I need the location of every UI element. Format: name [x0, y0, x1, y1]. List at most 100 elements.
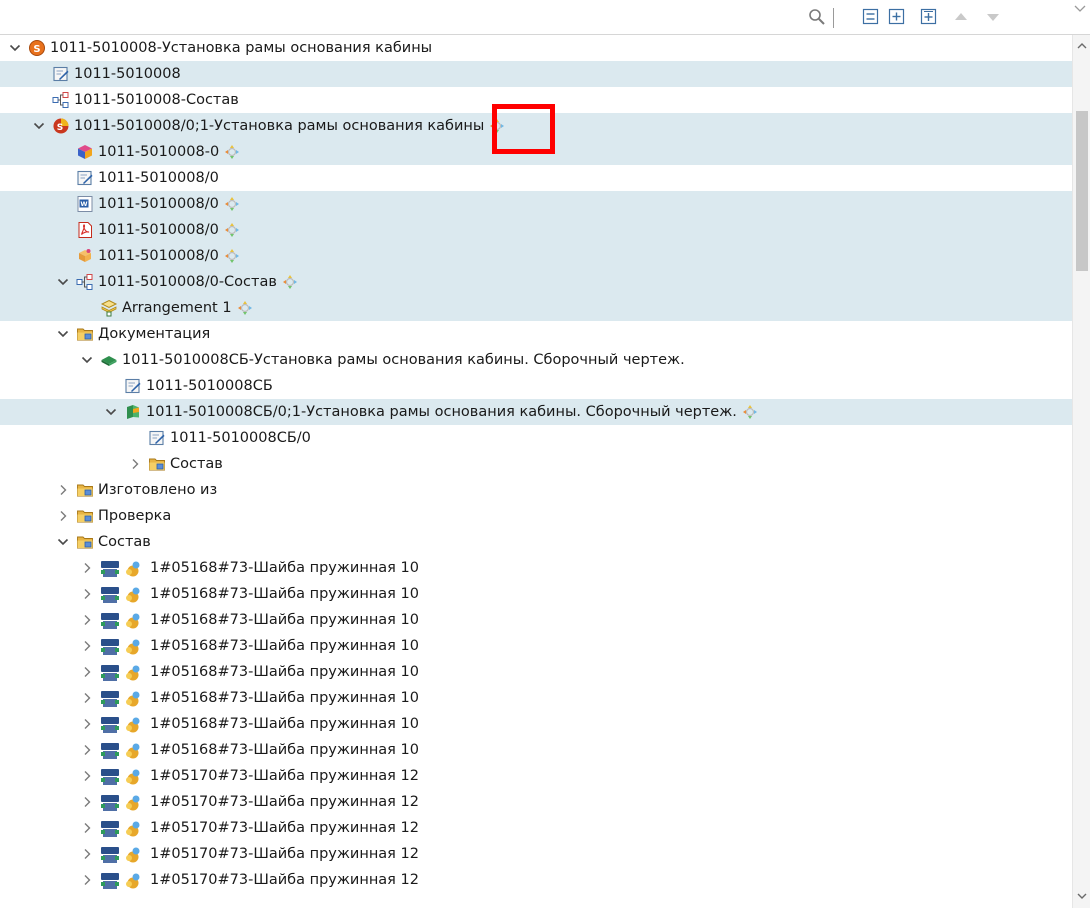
svg-text:W: W: [80, 200, 87, 208]
tree-row[interactable]: S 1011-5010008-Установка рамы основания к…: [0, 35, 1072, 61]
bom-line-icon: [100, 663, 146, 681]
tree-row[interactable]: W 1011-5010008/0: [0, 191, 1072, 217]
tree-item-label: 1011-5010008/0: [98, 196, 219, 212]
tree-item-label: Документация: [98, 326, 211, 342]
tree-row[interactable]: Состав: [0, 529, 1072, 555]
collapse-arrow-icon[interactable]: [80, 587, 94, 601]
collapse-arrow-icon[interactable]: [80, 795, 94, 809]
bom-line-icon: [100, 741, 146, 759]
bom-line-icon: [100, 767, 146, 785]
release-status-icon: [741, 403, 759, 421]
expand-arrow-icon[interactable]: [104, 405, 118, 419]
tree-row[interactable]: Состав: [0, 451, 1072, 477]
view-menu-icon[interactable]: [1072, 4, 1088, 22]
collapse-arrow-icon[interactable]: [80, 613, 94, 627]
tree-item-label: 1#05168#73-Шайба пружинная 10: [150, 742, 419, 758]
expand-arrow-icon[interactable]: [8, 41, 22, 55]
tree-item-label: 1#05168#73-Шайба пружинная 10: [150, 716, 419, 732]
tree-row[interactable]: 1#05170#73-Шайба пружинная 12: [0, 867, 1072, 893]
move-down-icon[interactable]: [984, 8, 1002, 26]
tree-item-label: 1#05170#73-Шайба пружинная 12: [150, 820, 419, 836]
tree-item-label: Arrangement 1: [122, 300, 232, 316]
scroll-down-arrow-icon[interactable]: [1076, 891, 1088, 901]
release-status-icon: [281, 273, 299, 291]
vertical-scrollbar[interactable]: [1072, 35, 1090, 908]
tree-row[interactable]: 1011-5010008: [0, 61, 1072, 87]
tree-row[interactable]: 1#05168#73-Шайба пружинная 10: [0, 685, 1072, 711]
folder-icon: [76, 507, 94, 525]
tree-item-label: 1#05170#73-Шайба пружинная 12: [150, 768, 419, 784]
tree-row[interactable]: 1#05168#73-Шайба пружинная 10: [0, 607, 1072, 633]
tree-row[interactable]: 1011-5010008/0: [0, 217, 1072, 243]
expand-arrow-icon[interactable]: [56, 327, 70, 341]
expand-arrow-icon[interactable]: [56, 275, 70, 289]
tree-row[interactable]: 1011-5010008/0: [0, 243, 1072, 269]
collapse-arrow-icon[interactable]: [128, 457, 142, 471]
structure-tree: S 1011-5010008-Установка рамы основания к…: [0, 35, 1072, 908]
tree-item-label: 1011-5010008/0: [98, 222, 219, 238]
tree-row[interactable]: Arrangement 1: [0, 295, 1072, 321]
tree-row[interactable]: 1011-5010008СБ-Установка рамы основания …: [0, 347, 1072, 373]
collapse-arrow-icon[interactable]: [80, 561, 94, 575]
tree-row[interactable]: 1011-5010008/0: [0, 165, 1072, 191]
folder-icon: [76, 533, 94, 551]
collapse-arrow-icon[interactable]: [80, 639, 94, 653]
tree-row[interactable]: 1#05170#73-Шайба пружинная 12: [0, 763, 1072, 789]
collapse-arrow-icon[interactable]: [80, 717, 94, 731]
bom-line-icon: [100, 715, 146, 733]
tree-row[interactable]: 1#05170#73-Шайба пружинная 12: [0, 841, 1072, 867]
collapse-arrow-icon[interactable]: [80, 821, 94, 835]
tree-row[interactable]: Проверка: [0, 503, 1072, 529]
collapse-arrow-icon[interactable]: [56, 509, 70, 523]
tree-row[interactable]: Документация: [0, 321, 1072, 347]
arrangement-icon: [100, 299, 118, 317]
collapse-arrow-icon[interactable]: [80, 847, 94, 861]
search-icon[interactable]: [808, 8, 826, 26]
move-up-icon[interactable]: [952, 8, 970, 26]
form-icon: [124, 377, 142, 395]
tree-item-label: 1#05170#73-Шайба пружинная 12: [150, 794, 419, 810]
collapse-arrow-icon[interactable]: [80, 691, 94, 705]
tree-item-label: 1011-5010008СБ-Установка рамы основания …: [122, 352, 685, 368]
structure-icon: [76, 273, 94, 291]
expand-arrow-icon[interactable]: [32, 119, 46, 133]
collapse-arrow-icon[interactable]: [80, 873, 94, 887]
expand-all-icon[interactable]: [920, 8, 938, 26]
tree-item-label: 1#05168#73-Шайба пружинная 10: [150, 690, 419, 706]
expand-icon[interactable]: [888, 8, 906, 26]
annotation-highlight-box: [492, 104, 555, 154]
scrollbar-thumb[interactable]: [1076, 111, 1088, 271]
tree-row[interactable]: 1#05168#73-Шайба пружинная 10: [0, 711, 1072, 737]
tree-row[interactable]: 1011-5010008СБ: [0, 373, 1072, 399]
expand-arrow-icon[interactable]: [56, 535, 70, 549]
tree-row[interactable]: 1#05170#73-Шайба пружинная 12: [0, 789, 1072, 815]
release-status-icon: [223, 247, 241, 265]
release-status-icon: [223, 221, 241, 239]
collapse-arrow-icon[interactable]: [80, 743, 94, 757]
tree-row[interactable]: 1011-5010008СБ/0;1-Установка рамы основа…: [0, 399, 1072, 425]
collapse-all-icon[interactable]: [862, 8, 880, 26]
tree-row[interactable]: 1#05168#73-Шайба пружинная 10: [0, 555, 1072, 581]
scroll-up-arrow-icon[interactable]: [1076, 41, 1088, 51]
collapse-arrow-icon[interactable]: [80, 769, 94, 783]
tree-row[interactable]: 1#05168#73-Шайба пружинная 10: [0, 581, 1072, 607]
tree-row[interactable]: Изготовлено из: [0, 477, 1072, 503]
collapse-arrow-icon[interactable]: [80, 665, 94, 679]
expand-arrow-icon[interactable]: [80, 353, 94, 367]
tree-item-label: 1#05170#73-Шайба пружинная 12: [150, 846, 419, 862]
tree-row[interactable]: 1#05168#73-Шайба пружинная 10: [0, 737, 1072, 763]
bom-line-icon: [100, 611, 146, 629]
tree-row[interactable]: 1#05168#73-Шайба пружинная 10: [0, 633, 1072, 659]
tree-item-label: 1#05168#73-Шайба пружинная 10: [150, 560, 419, 576]
collapse-arrow-icon[interactable]: [56, 483, 70, 497]
tree-row[interactable]: 1#05170#73-Шайба пружинная 12: [0, 815, 1072, 841]
tree-row[interactable]: 1011-5010008/0-Состав: [0, 269, 1072, 295]
tree-row[interactable]: 1011-5010008СБ/0: [0, 425, 1072, 451]
tree-row[interactable]: 1#05168#73-Шайба пружинная 10: [0, 659, 1072, 685]
drawing-item-icon: [100, 351, 118, 369]
release-status-icon: [223, 143, 241, 161]
